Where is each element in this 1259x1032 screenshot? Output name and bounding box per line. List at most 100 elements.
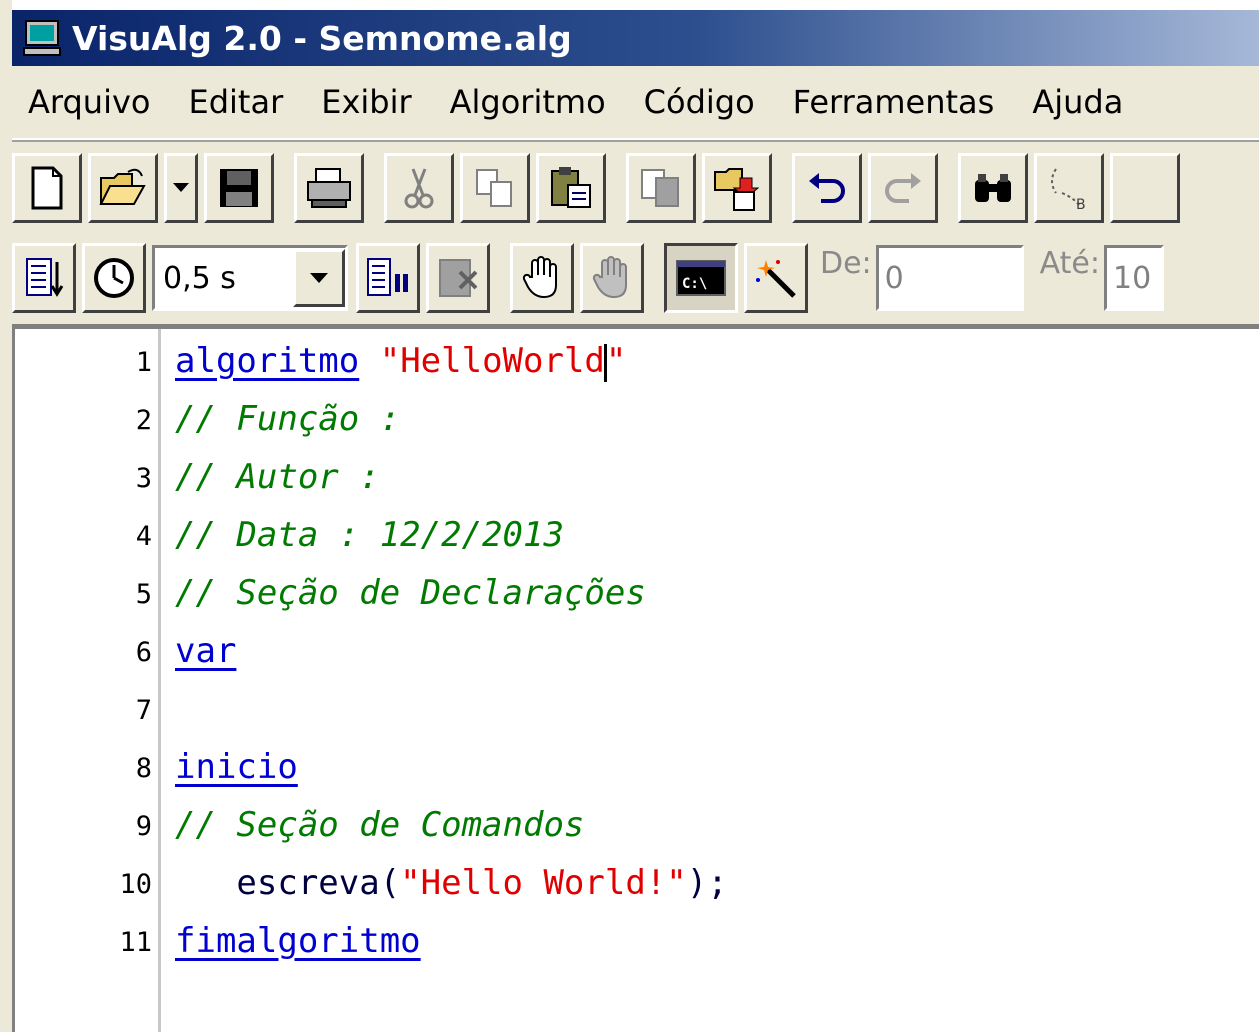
code-line-3: // Autor :	[175, 457, 380, 497]
menu-arquivo[interactable]: Arquivo	[28, 83, 150, 121]
stop-button[interactable]	[426, 243, 490, 313]
new-file-button[interactable]	[12, 153, 82, 223]
run-toolbar: 0,5 s C:\ De: 0 Até: 10	[12, 232, 1259, 326]
clear-breakpoints-button[interactable]	[580, 243, 644, 313]
redo-button[interactable]	[868, 153, 938, 223]
wizard-button[interactable]	[744, 243, 808, 313]
floppy-disk-icon	[220, 169, 258, 207]
clipboard-icon	[551, 167, 591, 208]
open-recent-dropdown[interactable]	[164, 153, 198, 223]
string-literal: "HelloWorld	[379, 341, 605, 381]
keyword-algoritmo: algoritmo	[175, 341, 360, 381]
menu-editar[interactable]: Editar	[188, 83, 283, 121]
undo-button[interactable]	[792, 153, 862, 223]
line-number: 11	[119, 927, 152, 958]
line-number-gutter: 1 2 3 4 5 6 7 8 9 10 11	[15, 329, 161, 1032]
copy-icon	[476, 169, 512, 207]
keyword-inicio: inicio	[175, 747, 298, 787]
string-literal: "Hello World!"	[400, 863, 687, 903]
hand-disabled-icon	[592, 256, 627, 299]
line-number: 4	[135, 521, 152, 552]
window-title: VisuAlg 2.0 - Semnome.alg	[72, 18, 572, 58]
chevron-down-icon	[310, 273, 328, 283]
code-line-5: // Seção de Declarações	[175, 573, 646, 613]
string-literal-end: "	[605, 341, 627, 381]
magic-wand-icon	[756, 260, 796, 298]
line-number: 1	[135, 347, 152, 378]
speed-select[interactable]: 0,5 s	[152, 245, 348, 311]
statement-end: );	[686, 863, 728, 903]
code-line-4: // Data : 12/2/2013	[175, 515, 564, 555]
redo-icon	[885, 173, 921, 203]
code-line-8: inicio	[175, 747, 298, 787]
code-editor[interactable]: 1 2 3 4 5 6 7 8 9 10 11 algoritmo "Hello…	[12, 326, 1259, 1032]
find-button[interactable]	[958, 153, 1028, 223]
replace-button[interactable]: B	[1034, 153, 1104, 223]
document-copy-icon	[641, 169, 679, 207]
line-number: 8	[135, 753, 152, 784]
paste-button[interactable]	[536, 153, 606, 223]
menu-ferramentas[interactable]: Ferramentas	[793, 83, 995, 121]
line-number: 2	[135, 405, 152, 436]
code-line-10: escreva("Hello World!");	[175, 863, 728, 903]
code-line-1: algoritmo "HelloWorld"	[175, 341, 626, 382]
window-frame	[0, 0, 12, 1032]
open-folder-icon	[99, 168, 146, 205]
monitor-icon	[23, 20, 61, 56]
printer-icon	[307, 168, 351, 208]
line-number: 10	[119, 869, 152, 900]
from-input[interactable]: 0	[875, 245, 1024, 311]
breakpoint-toggle-button[interactable]	[510, 243, 574, 313]
line-number: 7	[135, 695, 152, 726]
code-line-9: // Seção de Comandos	[175, 805, 585, 845]
scissors-icon	[404, 168, 434, 209]
from-label: De:	[820, 246, 872, 281]
to-input[interactable]: 10	[1104, 245, 1164, 311]
print-button[interactable]	[294, 153, 364, 223]
export-button[interactable]	[702, 153, 772, 223]
console-button[interactable]: C:\	[664, 243, 738, 313]
cut-button[interactable]	[384, 153, 454, 223]
code-line-2: // Função :	[175, 399, 401, 439]
replace-icon: B	[1051, 168, 1086, 213]
stop-document-icon	[439, 259, 478, 297]
copy-to-clipboard-button[interactable]	[626, 153, 696, 223]
function-call: escreva(	[175, 863, 401, 903]
speed-dropdown-button[interactable]	[293, 249, 345, 307]
menu-ajuda[interactable]: Ajuda	[1032, 83, 1123, 121]
line-number: 3	[135, 463, 152, 494]
keyword-fimalgoritmo: fimalgoritmo	[175, 921, 421, 961]
run-timed-button[interactable]	[356, 243, 420, 313]
run-step-button[interactable]	[12, 243, 76, 313]
menu-exibir[interactable]: Exibir	[321, 83, 411, 121]
menu-algoritmo[interactable]: Algoritmo	[450, 83, 606, 121]
main-toolbar: B	[12, 140, 1259, 234]
menu-bar: Arquivo Editar Exibir Algoritmo Código F…	[12, 66, 1259, 140]
code-line-11: fimalgoritmo	[175, 921, 421, 961]
hand-icon	[522, 256, 557, 299]
run-timed-icon	[367, 258, 408, 296]
menu-codigo[interactable]: Código	[644, 83, 755, 121]
clock-icon	[94, 258, 134, 298]
save-button[interactable]	[204, 153, 274, 223]
open-file-button[interactable]	[88, 153, 158, 223]
svg-text:B: B	[1076, 197, 1086, 213]
binoculars-icon	[975, 174, 1011, 202]
toolbar-overflow-button[interactable]	[1110, 153, 1180, 223]
chevron-down-icon	[173, 183, 189, 192]
to-label: Até:	[1039, 246, 1100, 281]
line-number: 6	[135, 637, 152, 668]
line-number: 5	[135, 579, 152, 610]
keyword-var: var	[175, 631, 237, 671]
copy-button[interactable]	[460, 153, 530, 223]
timer-button[interactable]	[82, 243, 146, 313]
svg-text:C:\: C:\	[682, 276, 707, 292]
new-file-icon	[31, 166, 63, 210]
speed-value: 0,5 s	[163, 260, 236, 296]
title-bar[interactable]: VisuAlg 2.0 - Semnome.alg	[12, 10, 1259, 66]
folder-export-icon	[714, 168, 760, 211]
undo-icon	[809, 173, 845, 203]
run-step-icon	[26, 258, 64, 297]
line-number: 9	[135, 811, 152, 842]
code-line-6: var	[175, 631, 236, 671]
